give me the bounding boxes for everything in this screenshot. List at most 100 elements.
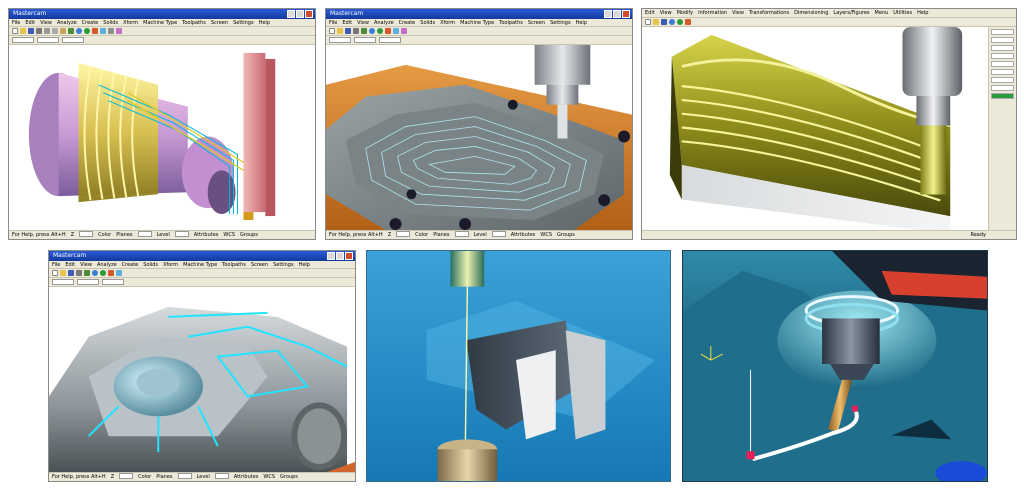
menu-settings[interactable]: Settings	[550, 19, 571, 26]
close-icon[interactable]	[345, 252, 353, 260]
side-panel-field-9[interactable]	[991, 93, 1014, 99]
menu-machine-type[interactable]: Machine Type	[183, 261, 217, 268]
menu-file[interactable]: File	[12, 19, 20, 26]
z-depth-field[interactable]	[79, 231, 94, 237]
menu-help[interactable]: Help	[299, 261, 310, 268]
menu-screen[interactable]: Screen	[211, 19, 228, 26]
save-icon[interactable]	[68, 270, 74, 276]
menu-help[interactable]: Help	[576, 19, 587, 26]
z-coordinate-field[interactable]	[379, 37, 401, 43]
menu-edit[interactable]: Edit	[65, 261, 75, 268]
minimize-icon[interactable]	[287, 10, 295, 18]
close-icon[interactable]	[305, 10, 313, 18]
side-panel-field-3[interactable]	[991, 45, 1014, 51]
menu-toolpaths[interactable]: Toolpaths	[182, 19, 206, 26]
open-icon[interactable]	[653, 19, 659, 25]
menu-create[interactable]: Create	[122, 261, 139, 268]
menu-analyze[interactable]: Analyze	[374, 19, 394, 26]
paste-icon[interactable]	[60, 28, 66, 34]
graphics-viewport[interactable]	[642, 27, 988, 230]
zoom-icon[interactable]	[92, 270, 98, 276]
zoom-fit-icon[interactable]	[377, 28, 383, 34]
menu-solids[interactable]: Solids	[103, 19, 118, 26]
graphics-viewport[interactable]	[9, 45, 315, 230]
wireframe-icon[interactable]	[393, 28, 399, 34]
side-panel-field-4[interactable]	[991, 53, 1014, 59]
new-icon[interactable]	[52, 270, 58, 276]
menu-settings[interactable]: Settings	[273, 261, 294, 268]
side-panel-field-2[interactable]	[991, 37, 1014, 43]
menu-xform[interactable]: Xform	[440, 19, 455, 26]
side-panel-field-8[interactable]	[991, 85, 1014, 91]
shade-icon[interactable]	[92, 28, 98, 34]
maximize-icon[interactable]	[613, 10, 621, 18]
menu-view-2[interactable]: View	[732, 9, 744, 17]
side-panel-field-6[interactable]	[991, 69, 1014, 75]
level-field[interactable]	[491, 231, 506, 237]
graphics-viewport[interactable]	[326, 45, 632, 230]
shade-icon[interactable]	[685, 19, 691, 25]
zoom-icon[interactable]	[76, 28, 82, 34]
new-icon[interactable]	[329, 28, 335, 34]
y-coordinate-field[interactable]	[354, 37, 376, 43]
menu-view[interactable]: View	[357, 19, 369, 26]
level-field[interactable]	[174, 231, 189, 237]
cut-icon[interactable]	[44, 28, 50, 34]
menu-edit[interactable]: Edit	[645, 9, 655, 17]
menu-utilities[interactable]: Utilities	[893, 9, 912, 17]
menu-solids[interactable]: Solids	[143, 261, 158, 268]
level-field[interactable]	[214, 473, 229, 479]
side-panel-field-7[interactable]	[991, 77, 1014, 83]
menu-solids[interactable]: Solids	[420, 19, 435, 26]
x-coordinate-field[interactable]	[329, 37, 351, 43]
view-top-icon[interactable]	[108, 28, 114, 34]
menu-modify[interactable]: Modify	[677, 9, 694, 17]
zoom-fit-icon[interactable]	[84, 28, 90, 34]
maximize-icon[interactable]	[336, 252, 344, 260]
x-coordinate-field[interactable]	[12, 37, 34, 43]
menu-menu[interactable]: Menu	[875, 9, 889, 17]
menu-view[interactable]: View	[660, 9, 672, 17]
wireframe-icon[interactable]	[116, 270, 122, 276]
menu-transformations[interactable]: Transformations	[749, 9, 789, 17]
menu-view[interactable]: View	[40, 19, 52, 26]
menu-help[interactable]: Help	[917, 9, 928, 17]
menu-edit[interactable]: Edit	[25, 19, 35, 26]
planes-field[interactable]	[177, 473, 192, 479]
menu-file[interactable]: File	[52, 261, 60, 268]
menu-toolpaths[interactable]: Toolpaths	[222, 261, 246, 268]
planes-field[interactable]	[137, 231, 152, 237]
menu-screen[interactable]: Screen	[528, 19, 545, 26]
menu-machine-type[interactable]: Machine Type	[460, 19, 494, 26]
new-icon[interactable]	[12, 28, 18, 34]
open-icon[interactable]	[20, 28, 26, 34]
x-coordinate-field[interactable]	[52, 279, 74, 285]
minimize-icon[interactable]	[327, 252, 335, 260]
menu-analyze[interactable]: Analyze	[97, 261, 117, 268]
menu-screen[interactable]: Screen	[251, 261, 268, 268]
save-icon[interactable]	[28, 28, 34, 34]
menu-information[interactable]: Information	[698, 9, 727, 17]
shade-icon[interactable]	[385, 28, 391, 34]
menu-machine-type[interactable]: Machine Type	[143, 19, 177, 26]
new-icon[interactable]	[645, 19, 651, 25]
menu-toolpaths[interactable]: Toolpaths	[499, 19, 523, 26]
rotate-icon[interactable]	[677, 19, 683, 25]
graphics-viewport[interactable]	[49, 287, 355, 472]
print-icon[interactable]	[36, 28, 42, 34]
view-iso-icon[interactable]	[116, 28, 122, 34]
y-coordinate-field[interactable]	[37, 37, 59, 43]
menu-layers-figures[interactable]: Layers/Figures	[833, 9, 869, 17]
shade-icon[interactable]	[108, 270, 114, 276]
menu-create[interactable]: Create	[82, 19, 99, 26]
wireframe-icon[interactable]	[100, 28, 106, 34]
zoom-icon[interactable]	[369, 28, 375, 34]
menu-xform[interactable]: Xform	[163, 261, 178, 268]
z-depth-field[interactable]	[396, 231, 411, 237]
close-icon[interactable]	[622, 10, 630, 18]
save-icon[interactable]	[345, 28, 351, 34]
menu-file[interactable]: File	[329, 19, 337, 26]
print-icon[interactable]	[353, 28, 359, 34]
z-coordinate-field[interactable]	[62, 37, 84, 43]
open-icon[interactable]	[337, 28, 343, 34]
